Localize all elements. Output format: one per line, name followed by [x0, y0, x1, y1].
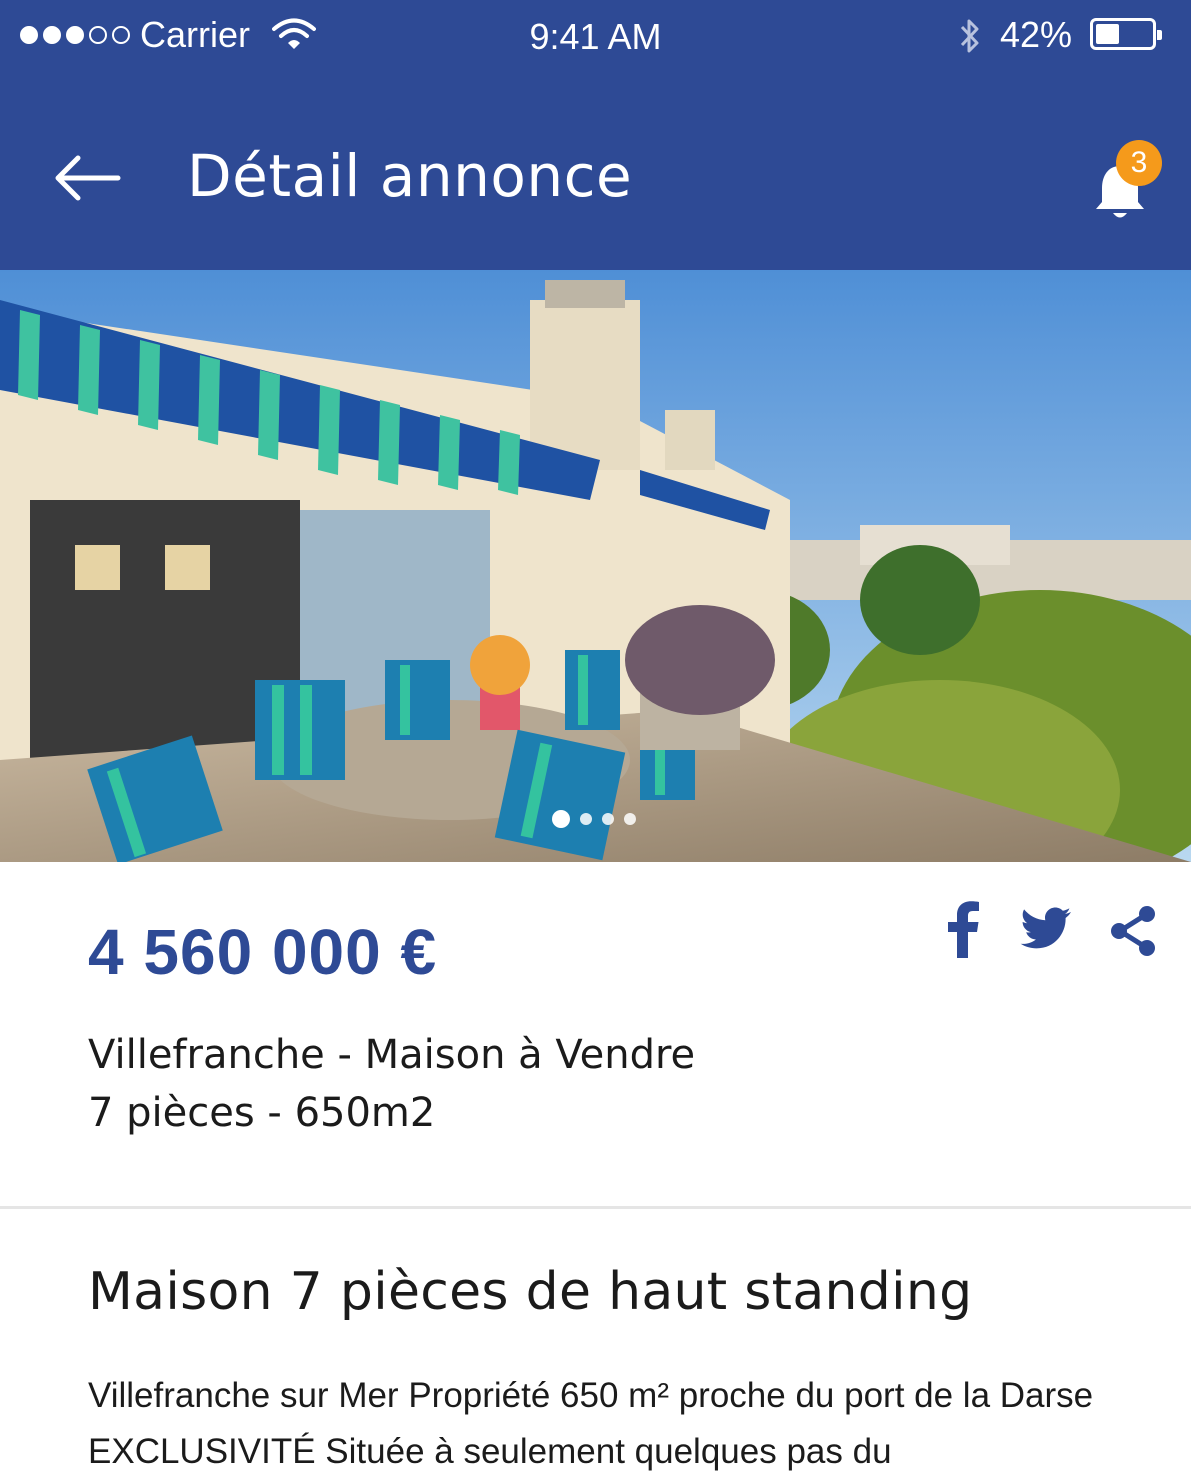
- gallery-dot[interactable]: [624, 813, 636, 825]
- listing-title: Maison 7 pièces de haut standing: [88, 1262, 973, 1322]
- bluetooth-icon: [960, 19, 979, 53]
- listing-location: Villefranche - Maison à Vendre: [88, 1032, 696, 1078]
- battery-level: [1096, 24, 1119, 44]
- battery-icon: [1090, 18, 1162, 50]
- gallery-pager[interactable]: [552, 810, 636, 828]
- gallery-dot[interactable]: [580, 813, 592, 825]
- app-header: Carrier 9:41 AM 42% Détail annonce 3: [0, 0, 1191, 270]
- share-icon[interactable]: [1108, 904, 1158, 958]
- twitter-icon[interactable]: [1016, 906, 1072, 952]
- gallery-dot[interactable]: [602, 813, 614, 825]
- page-title: Détail annonce: [187, 142, 633, 210]
- listing-photo[interactable]: [0, 270, 1191, 862]
- battery-percentage: 42%: [1000, 14, 1073, 55]
- terrace-photo: [0, 270, 1191, 862]
- section-divider: [0, 1206, 1191, 1209]
- listing-rooms-area: 7 pièces - 650m2: [88, 1090, 436, 1136]
- notification-badge: 3: [1116, 140, 1162, 186]
- back-arrow-icon[interactable]: [48, 148, 126, 208]
- status-bar: Carrier 9:41 AM 42%: [0, 0, 1191, 72]
- listing-description: Villefranche sur Mer Propriété 650 m² pr…: [88, 1376, 1094, 1471]
- listing-price: 4 560 000 €: [88, 916, 438, 988]
- facebook-icon[interactable]: [944, 900, 982, 958]
- gallery-dot[interactable]: [552, 810, 570, 828]
